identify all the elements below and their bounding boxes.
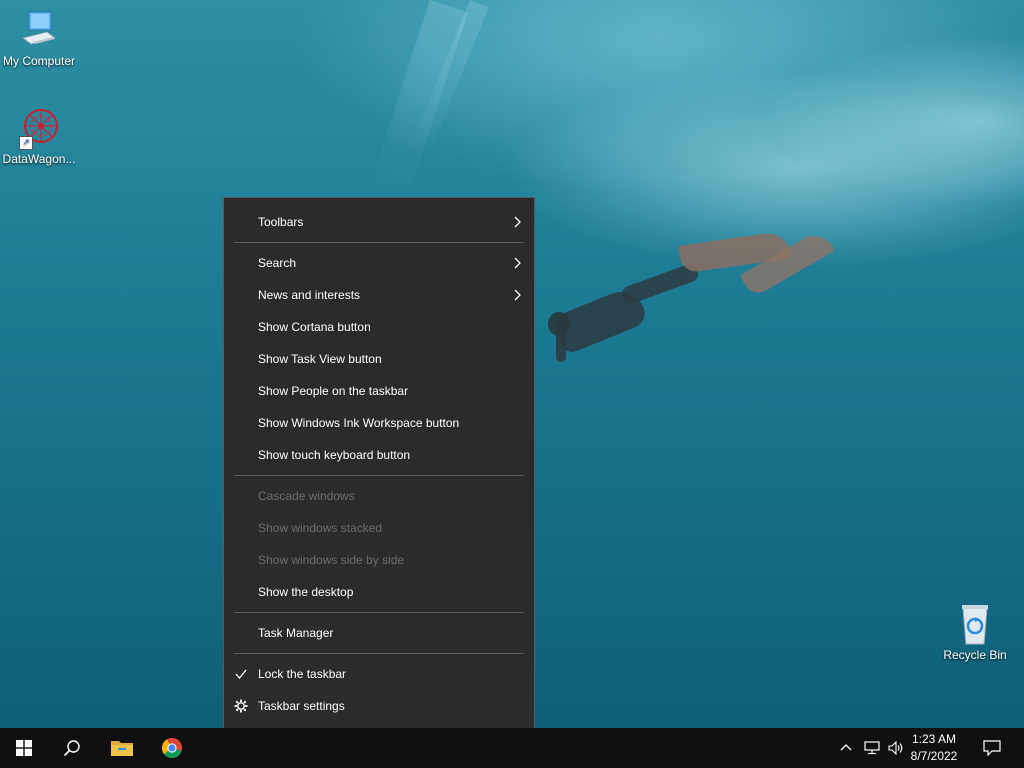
network-button[interactable] <box>860 728 884 768</box>
shortcut-arrow-icon: ↗ <box>19 136 33 150</box>
recycle-bin-icon <box>953 602 997 646</box>
desktop-icon-my-computer[interactable]: My Computer <box>0 8 78 68</box>
sunbeam <box>368 0 469 203</box>
menu-item-show-cortana-button[interactable]: Show Cortana button <box>224 311 534 343</box>
chevron-up-icon <box>840 744 852 751</box>
taskbar: 1:23 AM 8/7/2022 <box>0 728 1024 768</box>
menu-item-search[interactable]: Search <box>224 247 534 279</box>
desktop-icon-label: My Computer <box>2 54 76 68</box>
desktop-icon-recycle-bin[interactable]: Recycle Bin <box>936 602 1014 662</box>
menu-item-label: Show Task View button <box>258 352 382 366</box>
menu-item-label: Taskbar settings <box>258 699 345 713</box>
taskbar-context-menu: Toolbars Search News and interests Show … <box>223 197 535 730</box>
menu-item-show-windows-side-by-side: Show windows side by side <box>224 544 534 576</box>
chevron-right-icon <box>514 289 521 301</box>
gear-icon <box>234 699 248 713</box>
chevron-right-icon <box>514 257 521 269</box>
menu-item-label: Show People on the taskbar <box>258 384 409 398</box>
desktop-icon-label: DataWagon... <box>2 152 76 166</box>
volume-button[interactable] <box>884 728 908 768</box>
action-center-button[interactable] <box>978 728 1006 768</box>
menu-item-label: News and interests <box>258 288 361 302</box>
clock[interactable]: 1:23 AM 8/7/2022 <box>906 731 962 765</box>
network-icon <box>864 741 880 755</box>
menu-item-task-manager[interactable]: Task Manager <box>224 617 534 649</box>
menu-item-label: Cascade windows <box>258 489 355 503</box>
clock-date: 8/7/2022 <box>910 749 958 763</box>
chrome-button[interactable] <box>148 728 196 768</box>
menu-item-taskbar-settings[interactable]: Taskbar settings <box>224 690 534 722</box>
desktop-icon-label: Recycle Bin <box>943 648 1007 662</box>
menu-item-label: Show touch keyboard button <box>258 448 411 462</box>
menu-item-show-windows-ink[interactable]: Show Windows Ink Workspace button <box>224 407 534 439</box>
menu-item-label: Task Manager <box>258 626 334 640</box>
menu-item-label: Show windows side by side <box>258 553 405 567</box>
menu-item-label: Show Windows Ink Workspace button <box>258 416 460 430</box>
menu-separator <box>234 612 524 613</box>
menu-item-cascade-windows: Cascade windows <box>224 480 534 512</box>
menu-item-toolbars[interactable]: Toolbars <box>224 206 534 238</box>
menu-separator <box>234 475 524 476</box>
show-hidden-icons-button[interactable] <box>834 728 858 768</box>
menu-separator <box>234 242 524 243</box>
menu-item-label: Show windows stacked <box>258 521 383 535</box>
file-explorer-button[interactable] <box>98 728 146 768</box>
clock-time: 1:23 AM <box>911 732 957 746</box>
menu-item-show-people[interactable]: Show People on the taskbar <box>224 375 534 407</box>
checkmark-icon <box>235 669 247 680</box>
menu-item-label: Lock the taskbar <box>258 667 347 681</box>
search-icon <box>63 740 80 757</box>
chrome-icon <box>161 737 183 759</box>
diver-arm <box>556 330 566 362</box>
datawagon-icon: ↗ <box>17 106 61 150</box>
desktop-icon-datawagon[interactable]: ↗ DataWagon... <box>0 106 78 166</box>
start-button[interactable] <box>0 728 48 768</box>
menu-item-label: Toolbars <box>258 215 304 229</box>
action-center-icon <box>983 740 1001 756</box>
windows-start-icon <box>16 740 32 756</box>
menu-item-label: Show the desktop <box>258 585 354 599</box>
menu-item-label: Search <box>258 256 297 270</box>
menu-item-show-task-view-button[interactable]: Show Task View button <box>224 343 534 375</box>
menu-item-show-the-desktop[interactable]: Show the desktop <box>224 576 534 608</box>
computer-icon <box>17 8 61 52</box>
search-button[interactable] <box>48 728 96 768</box>
menu-item-lock-the-taskbar[interactable]: Lock the taskbar <box>224 658 534 690</box>
menu-item-show-touch-keyboard[interactable]: Show touch keyboard button <box>224 439 534 471</box>
menu-separator <box>234 653 524 654</box>
menu-item-show-windows-stacked: Show windows stacked <box>224 512 534 544</box>
menu-item-label: Show Cortana button <box>258 320 371 334</box>
chevron-right-icon <box>514 216 521 228</box>
menu-item-news-and-interests[interactable]: News and interests <box>224 279 534 311</box>
file-explorer-icon <box>111 741 133 756</box>
volume-icon <box>888 741 903 755</box>
